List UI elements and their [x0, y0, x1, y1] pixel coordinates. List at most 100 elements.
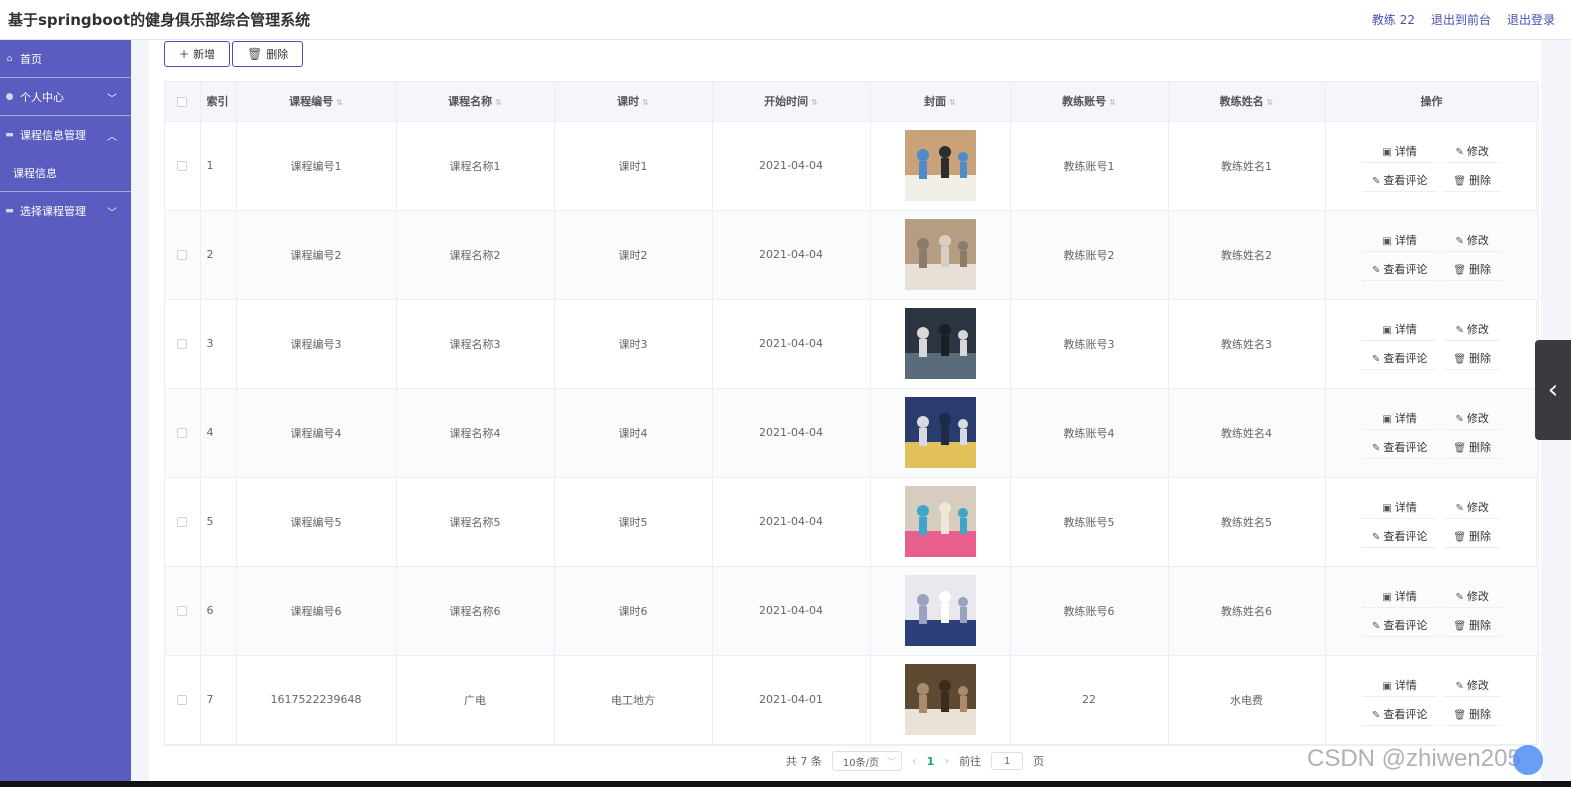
row-select-cell[interactable] [165, 477, 201, 567]
top-links: 教练 22 退出到前台 退出登录 [1372, 11, 1555, 28]
column-header-account[interactable]: 教练账号 ⇅ [1010, 82, 1169, 122]
trash-icon: 🗑 [1453, 442, 1467, 454]
column-header-start[interactable]: 开始时间 ⇅ [712, 82, 871, 122]
row-delete-button[interactable]: 🗑 删除 [1443, 347, 1502, 370]
sidebar-item-course-info-mgmt[interactable]: ▬ 课程信息管理 ︿ [0, 116, 131, 154]
row-delete-button[interactable]: 🗑 删除 [1443, 169, 1502, 192]
edit-button[interactable]: ✎ 修改 [1443, 674, 1502, 697]
view-comments-button[interactable]: ✎ 查看评论 [1361, 614, 1438, 637]
floating-badge[interactable] [1513, 745, 1543, 775]
row-checkbox[interactable] [177, 606, 188, 616]
row-select-cell[interactable] [165, 388, 201, 478]
user-label: 教练 22 [1371, 13, 1415, 27]
sidebar-item-course-info[interactable]: 课程信息 [0, 154, 131, 192]
detail-button[interactable]: ▣ 详情 [1361, 407, 1438, 430]
course-start: 2021-04-04 [712, 388, 871, 478]
detail-button[interactable]: ▣ 详情 [1361, 585, 1438, 608]
back-front-link[interactable]: 退出到前台 [1431, 11, 1491, 28]
edit-button[interactable]: ✎ 修改 [1443, 496, 1502, 519]
ops-cell: ▣ 详情 ✎ 修改 ✎ 查看评论 🗑 删除 [1325, 210, 1539, 300]
row-actions: ▣ 详情 ✎ 修改 ✎ 查看评论 🗑 删除 [1326, 140, 1538, 192]
sidebar-item-profile[interactable]: ● 个人中心 ﹀ [0, 78, 131, 116]
detail-button[interactable]: ▣ 详情 [1361, 140, 1438, 163]
detail-button[interactable]: ▣ 详情 [1361, 318, 1438, 341]
coach-name: 教练姓名3 [1168, 299, 1326, 389]
edit-button[interactable]: ✎ 修改 [1443, 318, 1502, 341]
pencil-icon: ✎ [1371, 353, 1381, 365]
sort-icon[interactable]: ⇅ [1109, 98, 1116, 107]
view-comments-button[interactable]: ✎ 查看评论 [1361, 436, 1438, 459]
sort-icon[interactable]: ⇅ [811, 98, 818, 107]
cover-thumbnail[interactable] [904, 664, 976, 735]
sort-icon[interactable]: ⇅ [949, 98, 956, 107]
cover-thumbnail[interactable] [904, 575, 976, 646]
course-name: 广电 [396, 655, 555, 745]
cover-thumbnail[interactable] [904, 219, 976, 290]
course-hours: 课时4 [554, 388, 713, 478]
cover-thumbnail[interactable] [904, 397, 976, 468]
pencil-icon: ✎ [1371, 442, 1381, 454]
detail-button[interactable]: ▣ 详情 [1361, 496, 1438, 519]
logout-link[interactable]: 退出登录 [1507, 11, 1555, 28]
edit-button[interactable]: ✎ 修改 [1443, 140, 1502, 163]
column-header-hours[interactable]: 课时 ⇅ [554, 82, 713, 122]
select-all-checkbox[interactable] [177, 96, 188, 107]
row-delete-button[interactable]: 🗑 删除 [1443, 436, 1502, 459]
cover-thumbnail[interactable] [904, 486, 976, 557]
detail-button[interactable]: ▣ 详情 [1361, 229, 1438, 252]
edit-button[interactable]: ✎ 修改 [1443, 585, 1502, 608]
row-checkbox[interactable] [177, 161, 188, 171]
edit-button[interactable]: ✎ 修改 [1443, 407, 1502, 430]
next-page-icon[interactable]: › [944, 754, 949, 768]
pencil-icon: ✎ [1371, 264, 1381, 276]
sort-icon[interactable]: ⇅ [336, 98, 343, 107]
delete-button[interactable]: 🗑 删除 [232, 41, 304, 67]
column-header-cover[interactable]: 封面 ⇅ [870, 82, 1011, 122]
view-comments-button[interactable]: ✎ 查看评论 [1361, 258, 1438, 281]
row-select-cell[interactable] [165, 655, 201, 745]
view-comments-button[interactable]: ✎ 查看评论 [1361, 169, 1438, 192]
sort-icon[interactable]: ⇅ [1267, 98, 1274, 107]
cover-thumbnail[interactable] [904, 308, 976, 379]
column-header-code[interactable]: 课程编号 ⇅ [236, 82, 397, 122]
select-all-cell[interactable] [165, 82, 201, 122]
row-checkbox[interactable] [177, 339, 188, 349]
view-comments-button[interactable]: ✎ 查看评论 [1361, 525, 1438, 548]
row-delete-button[interactable]: 🗑 删除 [1443, 258, 1502, 281]
row-delete-button[interactable]: 🗑 删除 [1443, 525, 1502, 548]
row-select-cell[interactable] [165, 121, 201, 211]
row-select-cell[interactable] [165, 210, 201, 300]
detail-button[interactable]: ▣ 详情 [1361, 674, 1438, 697]
sort-icon[interactable]: ⇅ [642, 98, 649, 107]
trash-icon: 🗑 [1453, 709, 1467, 721]
table-row: 6 课程编号6 课程名称6 课时6 2021-04-04 教练账号6 教练姓名6… [165, 566, 1539, 656]
course-code: 1617522239648 [236, 655, 397, 745]
edit-button[interactable]: ✎ 修改 [1443, 229, 1502, 252]
view-comments-button[interactable]: ✎ 查看评论 [1361, 347, 1438, 370]
prev-page-icon[interactable]: ‹ [912, 754, 917, 768]
folder-icon: ▬ [5, 206, 14, 216]
goto-page-input[interactable] [991, 752, 1024, 770]
column-header-name[interactable]: 课程名称 ⇅ [396, 82, 555, 122]
page-size-select[interactable]: 10条/页 ﹀ [831, 751, 902, 771]
row-select-cell[interactable] [165, 566, 201, 656]
collapse-panel-button[interactable]: ‹ [1535, 340, 1571, 440]
page-number[interactable]: 1 [927, 755, 935, 768]
sidebar-item-course-select-mgmt[interactable]: ▬ 选择课程管理 ﹀ [0, 192, 131, 230]
row-checkbox[interactable] [177, 695, 188, 705]
coach-account: 22 [1010, 655, 1169, 745]
add-button[interactable]: + 新增 [164, 41, 231, 67]
view-comments-button[interactable]: ✎ 查看评论 [1361, 703, 1438, 726]
column-header-coach[interactable]: 教练姓名 ⇅ [1168, 82, 1326, 122]
row-select-cell[interactable] [165, 299, 201, 389]
row-checkbox[interactable] [177, 517, 188, 527]
row-delete-button[interactable]: 🗑 删除 [1443, 703, 1502, 726]
sort-icon[interactable]: ⇅ [495, 98, 502, 107]
sidebar-item-home[interactable]: ⌂ 首页 [0, 40, 131, 78]
row-checkbox[interactable] [177, 428, 188, 438]
trash-icon: 🗑 [1453, 620, 1467, 632]
row-delete-button[interactable]: 🗑 删除 [1443, 614, 1502, 637]
cover-thumbnail[interactable] [904, 130, 976, 201]
course-code: 课程编号2 [236, 210, 397, 300]
row-checkbox[interactable] [177, 250, 188, 260]
